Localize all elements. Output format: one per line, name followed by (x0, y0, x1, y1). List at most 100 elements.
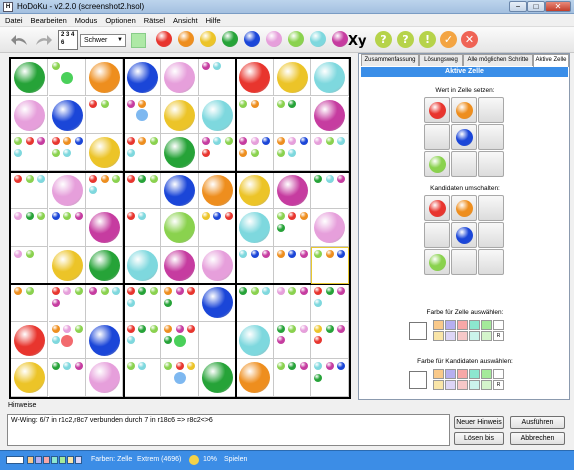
redo-icon[interactable] (33, 30, 53, 50)
sudoku-cell[interactable] (198, 59, 237, 97)
color-swatch[interactable] (433, 320, 444, 330)
minimize-button[interactable]: − (509, 1, 527, 12)
abort-step-icon[interactable]: ✕ (461, 31, 478, 48)
sudoku-cell[interactable] (198, 321, 237, 360)
solve-to-button[interactable]: Lösen bis (454, 432, 504, 445)
toggle-candidate-button[interactable] (424, 222, 450, 248)
sudoku-cell[interactable] (123, 209, 161, 247)
sudoku-cell[interactable] (273, 59, 312, 97)
filter-color-7-button[interactable] (288, 31, 304, 47)
set-value-button[interactable] (478, 97, 504, 123)
toggle-candidate-button[interactable] (451, 249, 477, 275)
sudoku-cell[interactable] (123, 246, 161, 285)
sudoku-cell[interactable] (48, 284, 86, 322)
sudoku-cell[interactable] (48, 171, 86, 209)
toggle-candidate-button[interactable] (424, 195, 450, 221)
sudoku-cell[interactable] (198, 359, 237, 397)
sudoku-cell[interactable] (48, 96, 86, 134)
color-swatch[interactable] (469, 331, 480, 341)
color-swatch[interactable] (457, 369, 468, 379)
sudoku-cell[interactable] (198, 246, 237, 285)
sudoku-cell[interactable] (273, 284, 312, 322)
sudoku-cell[interactable] (236, 209, 274, 247)
apply-button[interactable]: Ausführen (510, 416, 565, 429)
sudoku-cell[interactable] (311, 284, 349, 322)
sudoku-cell[interactable] (123, 359, 161, 397)
status-color-swatch[interactable] (35, 456, 42, 464)
filter-color-8-button[interactable] (310, 31, 326, 47)
color-swatch[interactable] (457, 331, 468, 341)
toggle-candidate-button[interactable] (478, 195, 504, 221)
sudoku-cell[interactable] (161, 134, 199, 172)
status-color-swatch[interactable] (51, 456, 58, 464)
color-swatch[interactable] (469, 369, 480, 379)
color-swatch[interactable] (457, 380, 468, 390)
sudoku-cell[interactable] (273, 209, 312, 247)
sudoku-cell[interactable] (236, 59, 274, 97)
sudoku-cell[interactable] (273, 171, 312, 209)
filter-color-9-button[interactable] (332, 31, 348, 47)
sudoku-cell[interactable] (123, 321, 161, 360)
level-select[interactable]: Schwer ▼ (80, 34, 126, 47)
toggle-candidate-button[interactable] (478, 222, 504, 248)
menu-datei[interactable]: Datei (0, 14, 26, 25)
set-value-button[interactable] (424, 151, 450, 177)
sudoku-cell[interactable] (123, 59, 161, 97)
status-color-cell[interactable] (6, 456, 24, 464)
sudoku-cell[interactable] (198, 171, 237, 209)
color-swatch[interactable] (433, 369, 444, 379)
cell-color-toggle[interactable] (131, 33, 146, 48)
sudoku-cell[interactable] (311, 96, 349, 134)
sudoku-cell[interactable] (273, 359, 312, 397)
tab-loesungsweg[interactable]: Lösungsweg (419, 54, 463, 66)
sudoku-cell[interactable] (236, 246, 274, 285)
maximize-button[interactable]: □ (527, 1, 545, 12)
set-value-button[interactable] (478, 151, 504, 177)
color-swatch[interactable] (457, 320, 468, 330)
menu-raetsel[interactable]: Rätsel (139, 14, 168, 25)
set-value-button[interactable] (451, 97, 477, 123)
hint-concrete-icon[interactable]: ? (397, 31, 414, 48)
sudoku-cell[interactable] (236, 284, 274, 322)
menu-optionen[interactable]: Optionen (100, 14, 138, 25)
set-value-button[interactable] (424, 124, 450, 150)
toggle-candidate-button[interactable] (478, 249, 504, 275)
tab-zusammenfassung[interactable]: Zusammenfassung (361, 54, 419, 66)
new-hint-button[interactable]: Neuer Hinweis (454, 416, 504, 429)
color-swatch[interactable] (445, 369, 456, 379)
hint-textarea[interactable]: W-Wing: 6/7 in r1c2,r8c7 verbunden durch… (7, 414, 450, 446)
sudoku-cell[interactable] (236, 321, 274, 360)
sudoku-cell[interactable] (161, 209, 199, 247)
set-value-button[interactable] (424, 97, 450, 123)
sudoku-cell[interactable] (48, 359, 86, 397)
cancel-button[interactable]: Abbrechen (510, 432, 565, 445)
sudoku-cell[interactable] (48, 209, 86, 247)
sudoku-cell[interactable] (273, 96, 312, 134)
color-swatch[interactable] (481, 331, 492, 341)
sudoku-cell[interactable] (86, 321, 124, 360)
sudoku-cell[interactable] (273, 246, 312, 285)
status-color-swatch[interactable] (67, 456, 74, 464)
sudoku-cell[interactable] (11, 284, 49, 322)
sudoku-cell[interactable] (86, 284, 124, 322)
tab-aktive-zelle[interactable]: Aktive Zelle (533, 54, 569, 67)
sudoku-cell[interactable] (198, 134, 237, 172)
filter-color-4-button[interactable] (222, 31, 238, 47)
sudoku-cell[interactable] (86, 134, 124, 172)
menu-hilfe[interactable]: Hilfe (201, 14, 224, 25)
reset-color-button[interactable]: R (493, 331, 504, 341)
filter-color-2-button[interactable] (178, 31, 194, 47)
filter-color-5-button[interactable] (244, 31, 260, 47)
sudoku-cell[interactable] (161, 96, 199, 134)
color-swatch[interactable] (445, 331, 456, 341)
color-swatch[interactable] (433, 380, 444, 390)
sudoku-cell[interactable] (198, 284, 237, 322)
undo-icon[interactable] (10, 30, 30, 50)
hint-vague-icon[interactable]: ? (375, 31, 392, 48)
sudoku-cell[interactable] (161, 284, 199, 322)
sudoku-cell[interactable] (123, 134, 161, 172)
sudoku-cell[interactable] (236, 134, 274, 172)
filter-color-1-button[interactable] (156, 31, 172, 47)
tab-alle-schritte[interactable]: Alle möglichen Schritte (463, 54, 533, 66)
sudoku-cell[interactable] (11, 246, 49, 285)
